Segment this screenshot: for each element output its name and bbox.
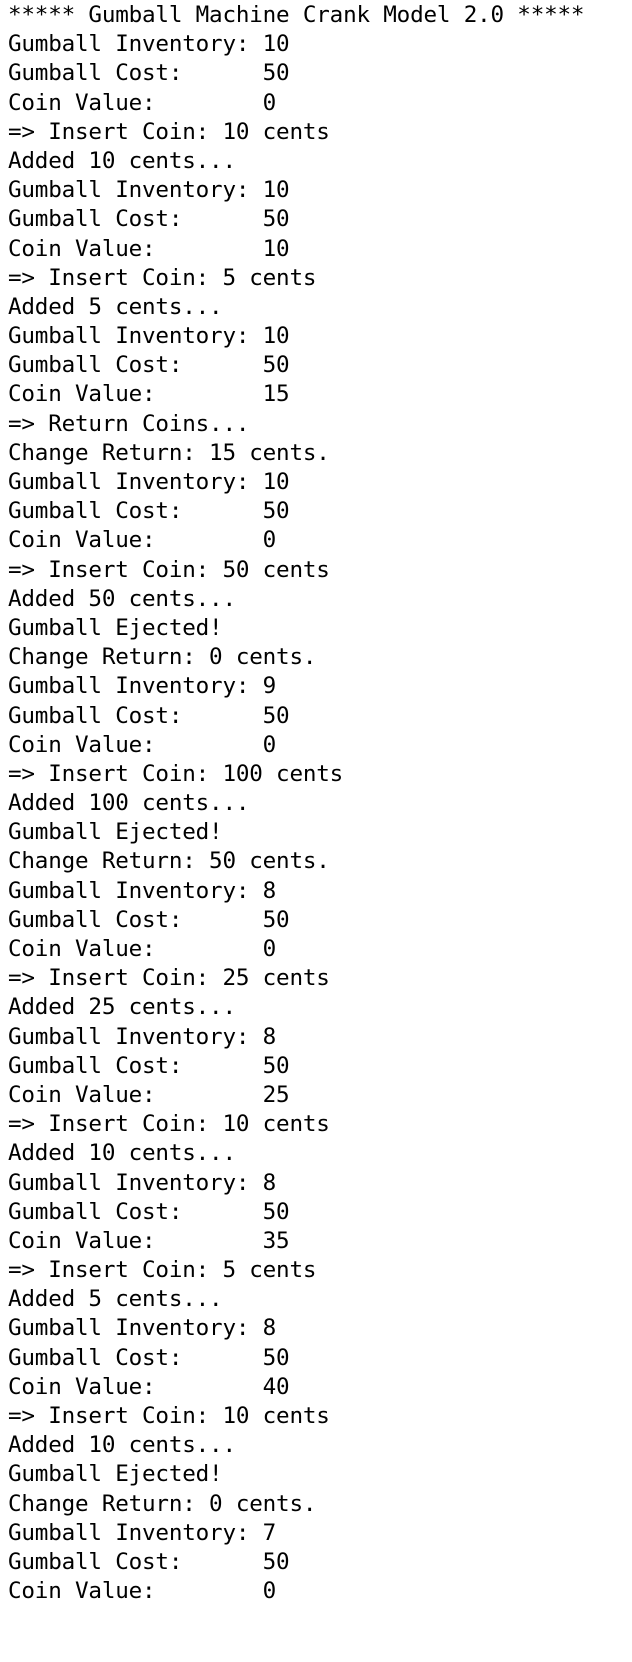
- output-line: Gumball Inventory: 9: [8, 673, 277, 700]
- output-line: Coin Value: 15: [8, 381, 290, 408]
- output-line: Gumball Inventory: 8: [8, 1169, 277, 1196]
- output-line: Change Return: 15 cents.: [8, 439, 330, 466]
- output-line: Gumball Inventory: 8: [8, 877, 277, 904]
- output-line: Gumball Inventory: 8: [8, 1315, 277, 1342]
- output-line: Gumball Inventory: 7: [8, 1519, 277, 1546]
- output-line: Added 10 cents...: [8, 1140, 236, 1167]
- output-line: => Insert Coin: 50 cents: [8, 556, 330, 583]
- output-line: => Insert Coin: 10 cents: [8, 1403, 330, 1429]
- output-line: => Insert Coin: 10 cents: [8, 1111, 330, 1138]
- output-line: Added 100 cents...: [8, 790, 250, 817]
- output-line: ***** Gumball Machine Crank Model 2.0 **…: [8, 2, 585, 28]
- output-line: Added 5 cents...: [8, 1286, 223, 1313]
- output-line: Coin Value: 40: [8, 1373, 290, 1400]
- output-line: Coin Value: 0: [8, 731, 277, 758]
- output-line: Gumball Cost: 50: [8, 498, 290, 525]
- output-line: Change Return: 0 cents.: [8, 1490, 317, 1517]
- terminal-output: ***** Gumball Machine Crank Model 2.0 **…: [0, 0, 632, 1662]
- output-line: Gumball Cost: 50: [8, 1198, 290, 1225]
- output-line: Coin Value: 25: [8, 1081, 290, 1108]
- output-line: Gumball Ejected!: [8, 614, 223, 641]
- output-line: Coin Value: 35: [8, 1227, 290, 1254]
- output-line: => Insert Coin: 10 cents: [8, 118, 330, 145]
- output-line: Coin Value: 0: [8, 89, 277, 116]
- output-line: Coin Value: 10: [8, 235, 290, 262]
- output-line: Gumball Inventory: 8: [8, 1023, 277, 1050]
- output-line: Gumball Cost: 50: [8, 1548, 290, 1575]
- output-line: Change Return: 50 cents.: [8, 848, 330, 875]
- output-line: Added 5 cents...: [8, 293, 223, 320]
- output-line: Change Return: 0 cents.: [8, 644, 317, 671]
- output-line: Gumball Cost: 50: [8, 1344, 290, 1371]
- output-line: Gumball Cost: 50: [8, 1052, 290, 1079]
- output-line: Gumball Ejected!: [8, 819, 223, 846]
- output-line: Gumball Inventory: 10: [8, 469, 290, 495]
- output-line: Coin Value: 0: [8, 527, 277, 554]
- output-line: => Insert Coin: 25 cents: [8, 965, 330, 992]
- output-line: Added 10 cents...: [8, 1432, 236, 1459]
- output-line: Added 50 cents...: [8, 585, 236, 612]
- output-line: Coin Value: 0: [8, 1578, 277, 1605]
- output-line: Gumball Inventory: 10: [8, 31, 290, 58]
- output-line: Coin Value: 0: [8, 936, 277, 962]
- output-line: Gumball Cost: 50: [8, 206, 290, 233]
- output-line: Gumball Inventory: 10: [8, 323, 290, 350]
- output-line: Gumball Ejected!: [8, 1461, 223, 1488]
- output-line: Gumball Cost: 50: [8, 906, 290, 933]
- output-line: Gumball Cost: 50: [8, 702, 290, 729]
- output-line: => Insert Coin: 100 cents: [8, 760, 344, 787]
- output-line: => Insert Coin: 5 cents: [8, 1257, 317, 1284]
- output-line: => Insert Coin: 5 cents: [8, 264, 317, 291]
- output-line: Added 10 cents...: [8, 147, 236, 174]
- output-line: => Return Coins...: [8, 410, 250, 437]
- output-line: Gumball Cost: 50: [8, 352, 290, 379]
- output-line: Gumball Inventory: 10: [8, 177, 290, 204]
- output-line: Gumball Cost: 50: [8, 60, 290, 87]
- output-line: Added 25 cents...: [8, 994, 236, 1021]
- output-lines: ***** Gumball Machine Crank Model 2.0 **…: [8, 1, 632, 1606]
